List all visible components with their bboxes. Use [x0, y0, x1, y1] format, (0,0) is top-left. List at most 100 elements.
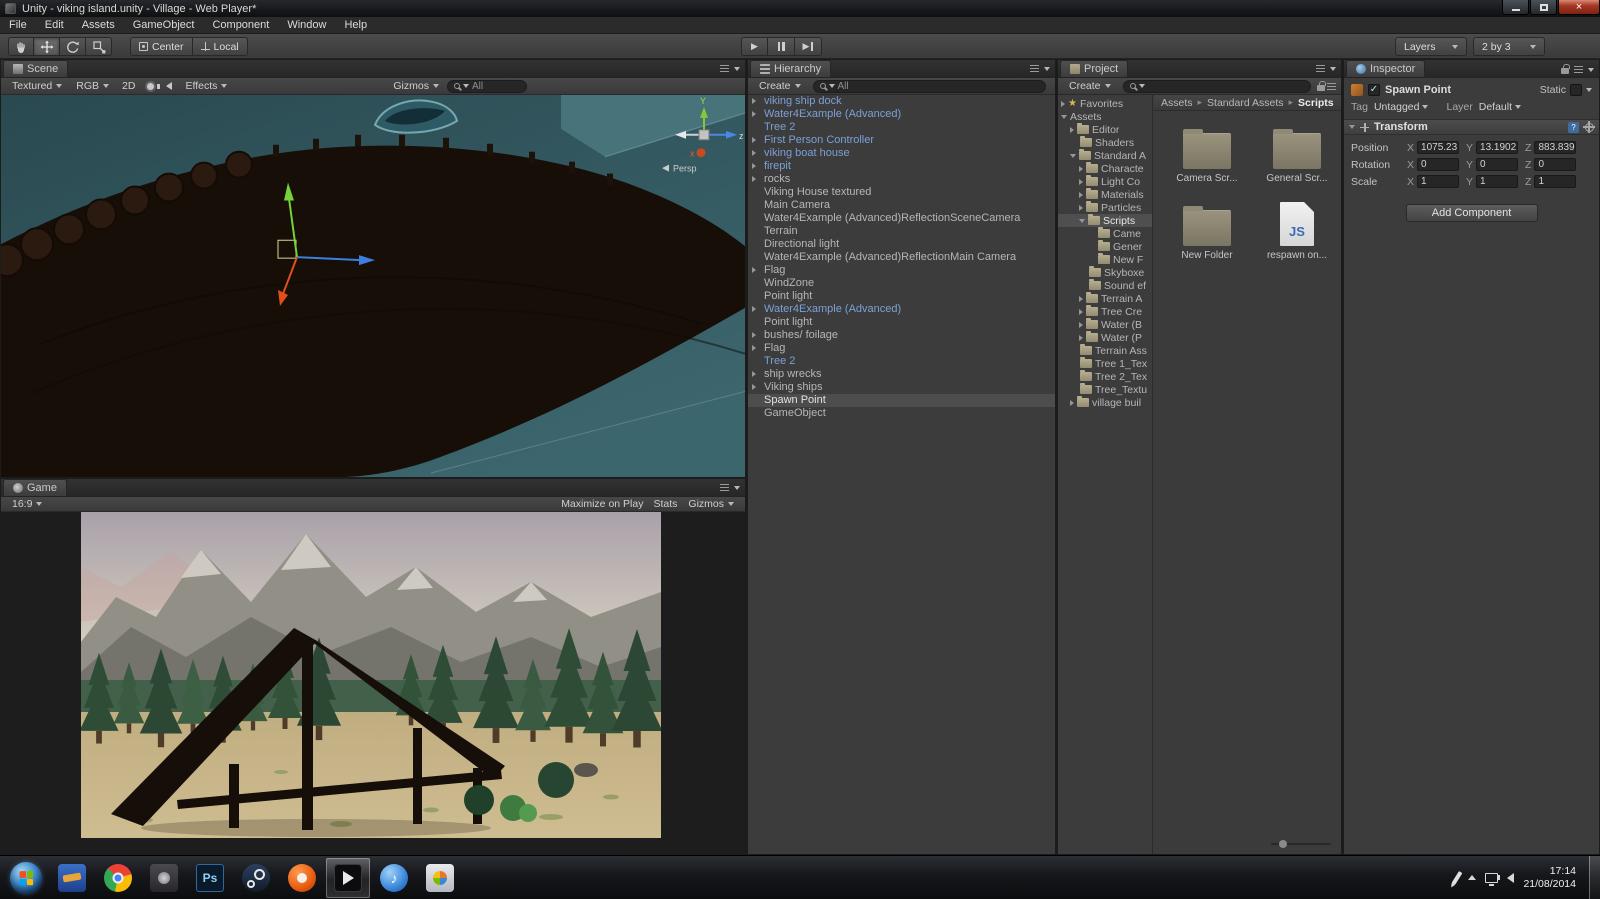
play-button[interactable]: ▶	[741, 37, 768, 56]
expand-arrow-icon[interactable]	[752, 345, 756, 351]
collapse-arrow-icon[interactable]	[1061, 114, 1067, 119]
game-gizmos-dropdown[interactable]: Gizmos	[682, 497, 740, 511]
static-checkbox[interactable]	[1570, 84, 1582, 96]
project-tree-item[interactable]: Came	[1058, 227, 1152, 240]
audio-toggle-button[interactable]	[157, 78, 177, 94]
project-tree-item[interactable]: Tree_Textu	[1058, 383, 1152, 396]
gear-icon[interactable]	[1583, 120, 1595, 133]
step-button[interactable]: ▶	[795, 37, 822, 56]
scene-3d-view[interactable]: Y z x Persp	[1, 95, 745, 477]
expand-arrow-icon[interactable]	[1079, 191, 1083, 198]
panel-menu-icon[interactable]	[720, 65, 729, 72]
menu-assets[interactable]: Assets	[73, 17, 124, 33]
tab-inspector[interactable]: Inspector	[1346, 60, 1426, 77]
taskbar-unity-button[interactable]	[326, 857, 370, 898]
space-toggle-button[interactable]: Local	[192, 37, 248, 56]
expand-arrow-icon[interactable]	[752, 332, 756, 338]
scene-search-input[interactable]: All	[446, 79, 527, 93]
hierarchy-item[interactable]: bushes/ foilage	[748, 329, 1055, 342]
project-tree-item[interactable]: Standard A	[1058, 149, 1152, 162]
slider-thumb[interactable]	[1279, 840, 1287, 848]
hierarchy-item[interactable]: Flag	[748, 264, 1055, 277]
expand-arrow-icon[interactable]	[1070, 126, 1074, 133]
project-tree-item[interactable]: Materials	[1058, 188, 1152, 201]
collapse-arrow-icon[interactable]	[1079, 218, 1085, 223]
scale-x-field[interactable]: 1	[1417, 175, 1460, 188]
transform-component-header[interactable]: Transform	[1344, 119, 1599, 135]
hierarchy-item[interactable]: viking ship dock	[748, 95, 1055, 108]
scale-z-field[interactable]: 1	[1534, 175, 1577, 188]
hierarchy-item[interactable]: ship wrecks	[748, 368, 1055, 381]
expand-arrow-icon[interactable]	[1061, 100, 1065, 107]
project-tree-item[interactable]: Skyboxe	[1058, 266, 1152, 279]
add-component-button[interactable]: Add Component	[1405, 204, 1538, 222]
expand-arrow-icon[interactable]	[1079, 204, 1083, 211]
menu-gameobject[interactable]: GameObject	[124, 17, 204, 33]
taskbar-chrome-button[interactable]	[96, 858, 140, 898]
pen-tray-icon[interactable]	[1452, 870, 1463, 885]
expand-arrow-icon[interactable]	[1079, 178, 1083, 185]
hand-tool-button[interactable]	[8, 37, 34, 56]
taskbar-start-button[interactable]	[4, 858, 48, 898]
panel-menu-icon[interactable]	[720, 484, 729, 491]
hierarchy-item[interactable]: Viking House textured	[748, 186, 1055, 199]
render-mode-dropdown[interactable]: RGB	[70, 78, 115, 94]
project-tree-item[interactable]: Light Co	[1058, 175, 1152, 188]
taskbar-media-button[interactable]	[418, 858, 462, 898]
project-file[interactable]: New Folder	[1162, 200, 1252, 261]
project-tree-item[interactable]: Terrain A	[1058, 292, 1152, 305]
chevron-down-icon[interactable]	[1044, 66, 1050, 71]
hierarchy-item[interactable]: viking boat house	[748, 147, 1055, 160]
expand-arrow-icon[interactable]	[1079, 334, 1083, 341]
menu-component[interactable]: Component	[203, 17, 278, 33]
expand-arrow-icon[interactable]	[752, 384, 756, 390]
help-icon[interactable]	[1568, 121, 1579, 133]
hierarchy-item[interactable]: Terrain	[748, 225, 1055, 238]
panel-menu-icon[interactable]	[1030, 65, 1039, 72]
project-tree-item[interactable]: Gener	[1058, 240, 1152, 253]
active-checkbox[interactable]: ✓	[1368, 84, 1380, 96]
tab-scene[interactable]: Scene	[3, 60, 69, 77]
menu-file[interactable]: File	[0, 17, 36, 33]
menu-window[interactable]: Window	[278, 17, 335, 33]
hierarchy-item[interactable]: Flag	[748, 342, 1055, 355]
rotation-z-field[interactable]: 0	[1534, 158, 1577, 171]
pivot-toggle-button[interactable]: Center	[130, 37, 193, 56]
hierarchy-search-input[interactable]: All	[812, 79, 1046, 93]
hierarchy-item[interactable]: Point light	[748, 290, 1055, 303]
hierarchy-item[interactable]: First Person Controller	[748, 134, 1055, 147]
collapse-arrow-icon[interactable]	[1070, 153, 1076, 158]
hierarchy-create-dropdown[interactable]: Create	[753, 78, 807, 94]
2d-toggle-button[interactable]: 2D	[117, 78, 140, 94]
scale-tool-button[interactable]	[86, 37, 112, 56]
tab-game[interactable]: Game	[3, 479, 67, 496]
lock-icon[interactable]	[1317, 80, 1326, 91]
clock[interactable]: 17:14 21/08/2014	[1523, 865, 1580, 891]
taskbar-app-orange-button[interactable]	[280, 858, 324, 898]
foldout-arrow-icon[interactable]	[1349, 125, 1355, 129]
volume-icon[interactable]	[1497, 872, 1515, 883]
hierarchy-item[interactable]: Main Camera	[748, 199, 1055, 212]
project-tree-item[interactable]: Water (B	[1058, 318, 1152, 331]
project-tree-item[interactable]: Terrain Ass	[1058, 344, 1152, 357]
project-file[interactable]: Camera Scr...	[1162, 123, 1252, 184]
position-y-field[interactable]: 13.1902	[1476, 141, 1519, 154]
tab-project[interactable]: Project	[1060, 60, 1129, 77]
project-tree-item[interactable]: Sound ef	[1058, 279, 1152, 292]
expand-arrow-icon[interactable]	[1079, 321, 1083, 328]
hierarchy-item[interactable]: Spawn Point	[748, 394, 1055, 407]
expand-arrow-icon[interactable]	[752, 111, 756, 117]
hierarchy-item[interactable]: Water4Example (Advanced)	[748, 303, 1055, 316]
breadcrumb-item[interactable]: Scripts	[1298, 97, 1334, 109]
taskbar-bluej-button[interactable]	[50, 858, 94, 898]
aspect-ratio-dropdown[interactable]: 16:9	[6, 497, 48, 511]
hierarchy-item[interactable]: Point light	[748, 316, 1055, 329]
position-z-field[interactable]: 883.839	[1534, 141, 1577, 154]
expand-arrow-icon[interactable]	[752, 371, 756, 377]
project-create-dropdown[interactable]: Create	[1063, 78, 1117, 94]
scene-viewport[interactable]: Y z x Persp	[1, 95, 745, 477]
project-file[interactable]: General Scr...	[1252, 123, 1342, 184]
menu-help[interactable]: Help	[335, 17, 376, 33]
layers-dropdown[interactable]: Layers	[1395, 37, 1467, 56]
expand-arrow-icon[interactable]	[752, 267, 756, 273]
